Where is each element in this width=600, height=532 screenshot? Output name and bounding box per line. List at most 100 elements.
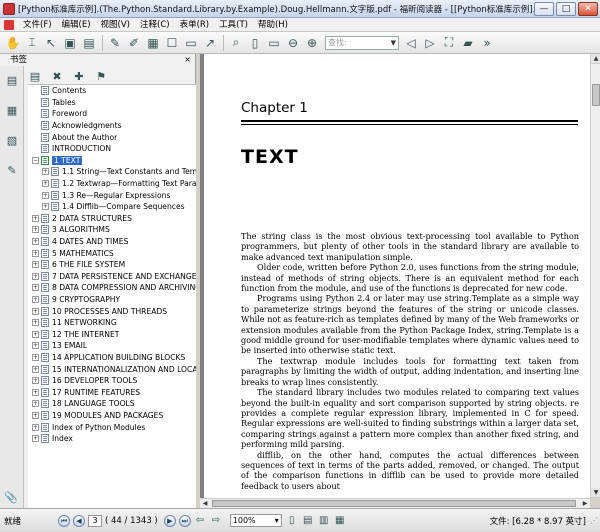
maximize-button[interactable]: □ xyxy=(556,1,576,16)
bookmark-item[interactable]: +14 APPLICATION BUILDING BLOCKS xyxy=(28,352,196,364)
close-button[interactable]: ✕ xyxy=(578,1,598,16)
bookmark-item[interactable]: +17 RUNTIME FEATURES xyxy=(28,386,196,398)
expand-icon[interactable]: + xyxy=(32,261,39,269)
bookmark-item[interactable]: +9 CRYPTOGRAPHY xyxy=(28,294,196,306)
bookmark-item[interactable]: Tables xyxy=(28,97,196,109)
expand-icon[interactable]: + xyxy=(32,411,39,419)
horizontal-scrollbar[interactable]: ◀ ▶ xyxy=(200,498,590,508)
document-view[interactable]: Chapter 1 TEXT The string class is the m… xyxy=(200,54,590,508)
first-page-icon[interactable]: ⏮ xyxy=(58,514,70,527)
pages-tab-icon[interactable]: ▤ xyxy=(4,72,20,88)
bookmark-item[interactable]: Acknowledgments xyxy=(28,120,196,132)
search-input[interactable]: 查找: ▼ xyxy=(325,35,399,50)
minimize-button[interactable]: — xyxy=(534,1,554,16)
snapshot-icon[interactable]: ▣ xyxy=(61,34,79,52)
expand-icon[interactable]: + xyxy=(32,272,39,280)
bookmark-item[interactable]: +19 MODULES AND PACKAGES xyxy=(28,410,196,422)
fullscreen-icon[interactable]: ⛶ xyxy=(440,34,458,52)
expand-icon[interactable]: + xyxy=(32,353,39,361)
bookmark-item[interactable]: +3 ALGORITHMS xyxy=(28,224,196,236)
page-number-input[interactable]: 3 xyxy=(88,514,102,527)
menu-edit[interactable]: 编辑(E) xyxy=(57,18,96,32)
scroll-up-icon[interactable]: ▲ xyxy=(591,54,600,64)
expand-icon[interactable]: + xyxy=(32,435,39,443)
expand-bookmark-icon[interactable]: ▤ xyxy=(26,67,44,85)
bookmark-item[interactable]: +16 DEVELOPER TOOLS xyxy=(28,375,196,387)
zoom-tool-icon[interactable]: ⌕ xyxy=(227,34,245,52)
panel-close-button[interactable]: × xyxy=(184,54,191,66)
search-prev-icon[interactable]: ◁ xyxy=(402,34,420,52)
bookmark-item[interactable]: +13 EMAIL xyxy=(28,340,196,352)
highlight-icon[interactable]: ✐ xyxy=(125,34,143,52)
bookmark-item[interactable]: +10 PROCESSES AND THREADS xyxy=(28,305,196,317)
bookmark-item[interactable]: +8 DATA COMPRESSION AND ARCHIVING xyxy=(28,282,196,294)
bookmark-item[interactable]: Foreword xyxy=(28,108,196,120)
expand-icon[interactable]: + xyxy=(32,388,39,396)
scroll-right-icon[interactable]: ▶ xyxy=(580,499,590,508)
expand-icon[interactable]: + xyxy=(32,365,39,373)
add-bookmark-icon[interactable]: ✚ xyxy=(70,67,88,85)
bookmark-item[interactable]: +6 THE FILE SYSTEM xyxy=(28,259,196,271)
bookmark-item[interactable]: Contents xyxy=(28,85,196,97)
arrow-annotation-icon[interactable]: ↗ xyxy=(201,34,219,52)
last-page-icon[interactable]: ⏭ xyxy=(178,514,191,527)
prev-page-icon[interactable]: ◀ xyxy=(73,514,85,527)
zoom-select[interactable]: 100% ▾ xyxy=(229,514,282,527)
expand-icon[interactable]: + xyxy=(32,295,39,303)
layers-tab-icon[interactable]: ▧ xyxy=(4,132,20,148)
bookmark-options-icon[interactable]: ⚑ xyxy=(92,67,110,85)
attachment-icon[interactable]: 📎 xyxy=(4,491,18,504)
expand-icon[interactable]: + xyxy=(32,307,39,315)
delete-bookmark-icon[interactable]: ✖ xyxy=(48,67,66,85)
expand-icon[interactable]: + xyxy=(42,180,49,188)
bookmark-item[interactable]: +2 DATA STRUCTURES xyxy=(28,213,196,225)
bookmark-item[interactable]: +1.1 String—Text Constants and Templates xyxy=(28,166,196,178)
bookmark-item[interactable]: +18 LANGUAGE TOOLS xyxy=(28,398,196,410)
menu-tools[interactable]: 工具(T) xyxy=(214,18,253,32)
expand-icon[interactable]: + xyxy=(32,423,39,431)
bookmark-item[interactable]: − 1 TEXT xyxy=(28,155,196,167)
go-forward-icon[interactable]: ⇨ xyxy=(210,515,222,527)
collapse-icon[interactable]: − xyxy=(32,156,39,164)
bookmark-item[interactable]: About the Author xyxy=(28,131,196,143)
expand-icon[interactable]: + xyxy=(32,238,39,246)
menu-comment[interactable]: 注释(C) xyxy=(135,18,175,32)
bookmark-icon[interactable]: ▰ xyxy=(459,34,477,52)
bookmark-item[interactable]: +15 INTERNATIONALIZATION AND LOCALIZATIO… xyxy=(28,363,196,375)
zoom-out-icon[interactable]: ⊖ xyxy=(284,34,302,52)
callout-icon[interactable]: ▭ xyxy=(182,34,200,52)
menu-form[interactable]: 表单(R) xyxy=(175,18,215,32)
bookmark-item[interactable]: + Index of Python Modules xyxy=(28,421,196,433)
fit-width-icon[interactable]: ▭ xyxy=(265,34,283,52)
select-text-icon[interactable]: ⌶ xyxy=(23,34,41,52)
expand-icon[interactable]: + xyxy=(32,214,39,222)
vertical-scrollbar[interactable]: ▲ ▼ xyxy=(590,54,600,498)
expand-icon[interactable]: + xyxy=(32,284,39,292)
bookmark-item[interactable]: +7 DATA PERSISTENCE AND EXCHANGE xyxy=(28,271,196,283)
menu-help[interactable]: 帮助(H) xyxy=(253,18,293,32)
hand-tool-icon[interactable]: ✋ xyxy=(4,34,22,52)
chevron-down-icon[interactable]: ▾ xyxy=(275,515,279,526)
more-tools-icon[interactable]: » xyxy=(478,34,496,52)
expand-icon[interactable]: + xyxy=(32,249,39,257)
expand-icon[interactable]: + xyxy=(32,319,39,327)
bookmark-item[interactable]: +11 NETWORKING xyxy=(28,317,196,329)
chevron-down-icon[interactable]: ▼ xyxy=(391,39,396,47)
edit-icon[interactable]: ✎ xyxy=(106,34,124,52)
typewriter-icon[interactable]: ▤ xyxy=(80,34,98,52)
next-page-icon[interactable]: ▶ xyxy=(163,514,176,527)
expand-icon[interactable]: + xyxy=(32,342,39,350)
expand-icon[interactable]: + xyxy=(32,330,39,338)
bookmark-item[interactable]: INTRODUCTION xyxy=(28,143,196,155)
search-next-icon[interactable]: ▷ xyxy=(421,34,439,52)
expand-icon[interactable]: + xyxy=(32,400,39,408)
expand-icon[interactable]: + xyxy=(32,226,39,234)
bookmarks-tab-icon[interactable]: ▦ xyxy=(4,102,20,118)
single-page-icon[interactable]: ▯ xyxy=(286,515,298,527)
bookmark-item[interactable]: +4 DATES AND TIMES xyxy=(28,236,196,248)
expand-icon[interactable]: + xyxy=(32,377,39,385)
continuous-facing-icon[interactable]: ▦ xyxy=(334,515,346,527)
menu-file[interactable]: 文件(F) xyxy=(18,18,57,32)
select-arrow-icon[interactable]: ↖ xyxy=(42,34,60,52)
expand-icon[interactable]: + xyxy=(42,203,49,211)
